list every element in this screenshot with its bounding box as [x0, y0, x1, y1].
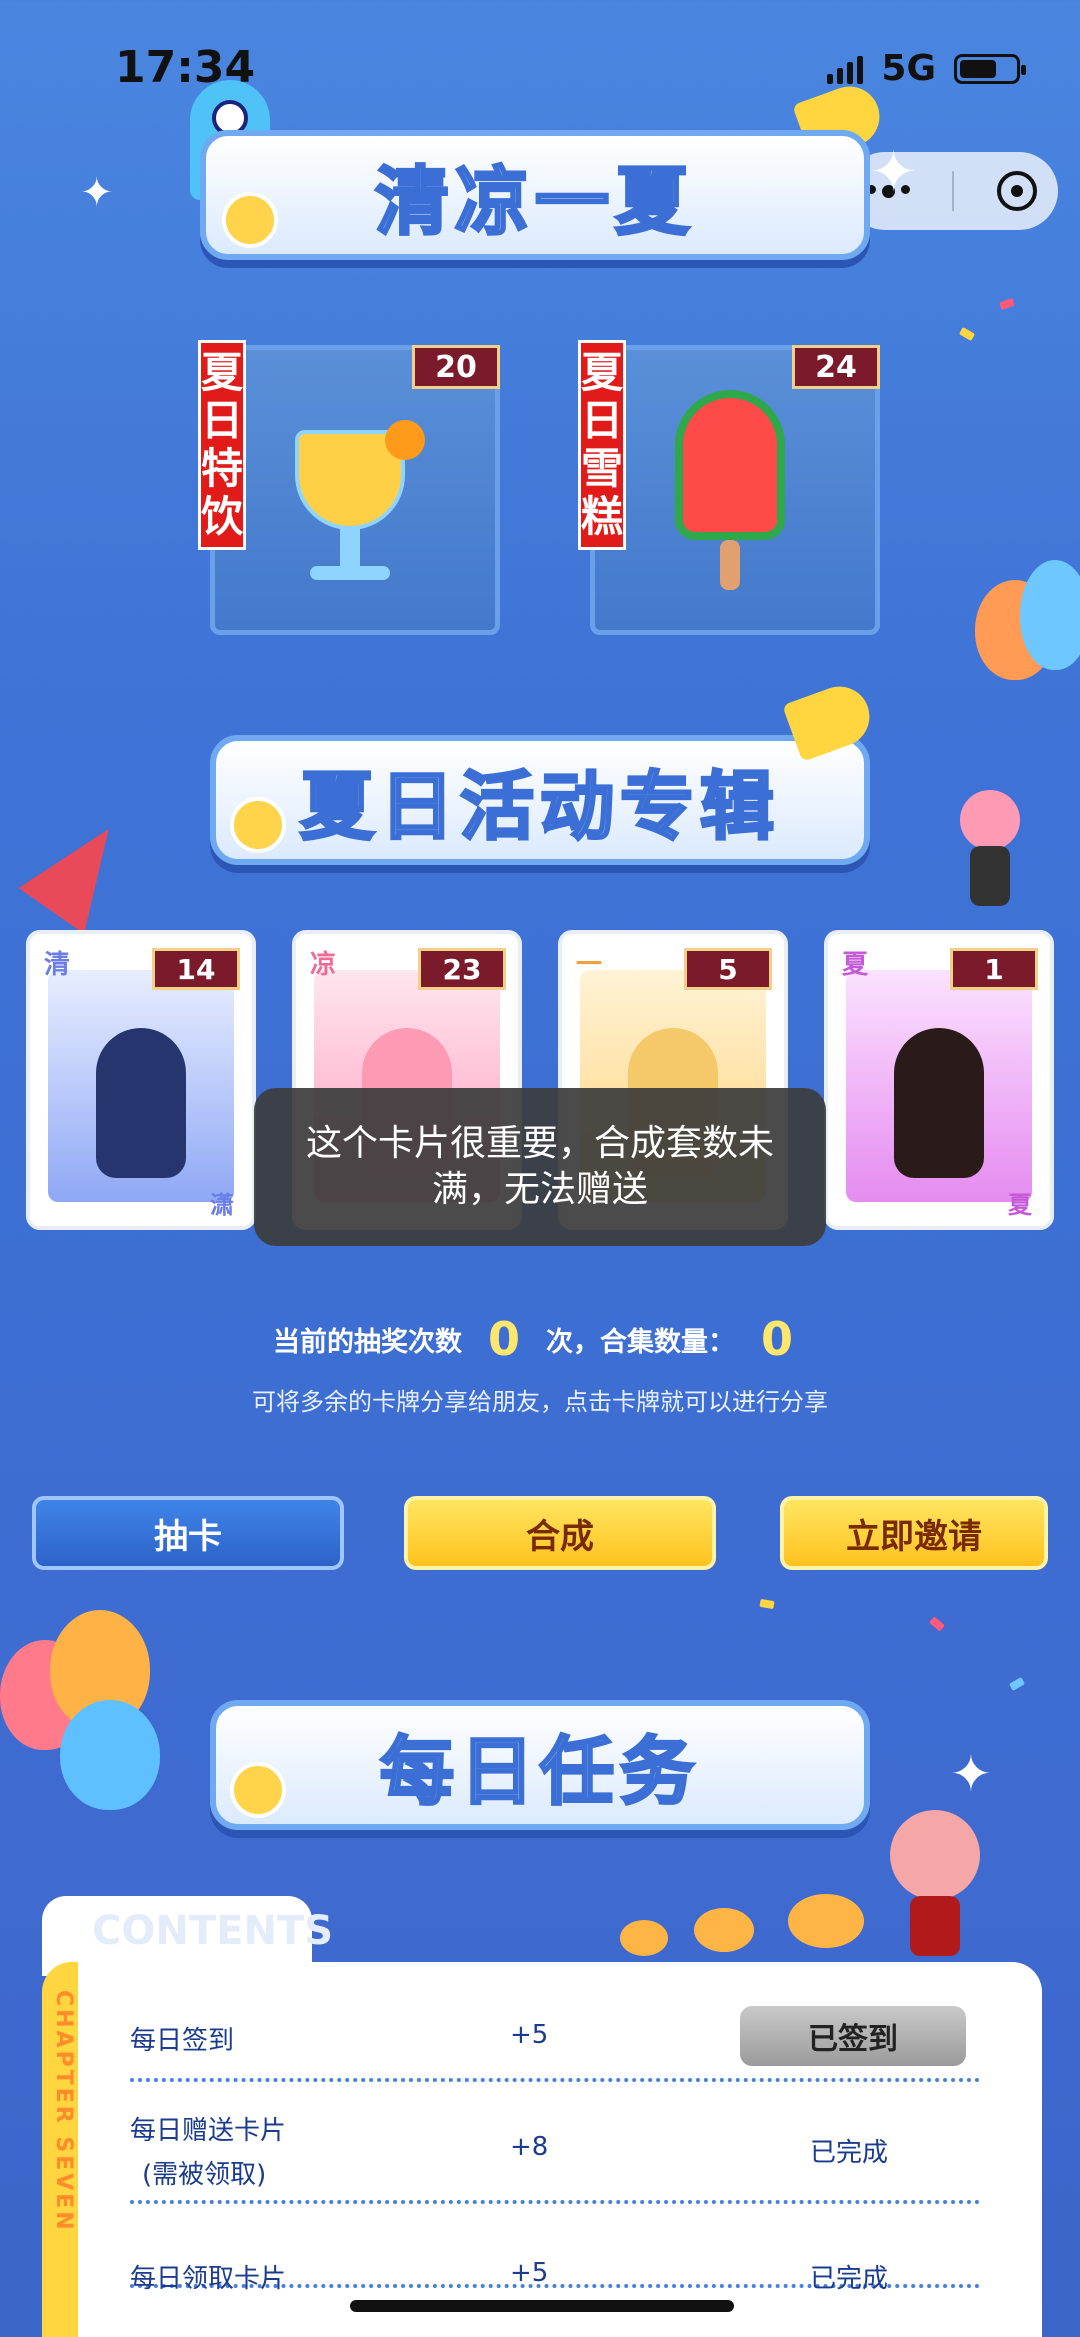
- character-figure: [96, 1028, 186, 1179]
- task-points: +5: [510, 2258, 549, 2288]
- draw-count-label: 当前的抽奖次数: [272, 1326, 462, 1358]
- party-popper-icon: [18, 806, 142, 934]
- confetti: [958, 327, 976, 341]
- task-status: 已完成: [810, 2264, 889, 2294]
- collect-label: 次，合集数量：: [546, 1326, 735, 1358]
- card-char: 清: [44, 950, 71, 980]
- card-qing[interactable]: 清 14 潇: [26, 930, 256, 1230]
- catgirl-sticker: [880, 1800, 990, 1960]
- banner-title: 夏日活动专辑: [299, 762, 780, 851]
- network-type: 5G: [881, 48, 936, 89]
- card-char: 一: [576, 950, 603, 980]
- confetti: [999, 297, 1015, 311]
- signal-icon: [827, 54, 864, 84]
- sparkle-icon: ✦: [80, 170, 114, 216]
- status-indicators: 5G: [827, 48, 1026, 89]
- ribbon-summer-drink: 夏日特饮: [198, 340, 246, 550]
- card-corner-char: 夏: [1008, 1191, 1032, 1219]
- coin-icon: [230, 797, 286, 853]
- banner-title: 清凉一夏: [374, 157, 695, 246]
- character-figure: [894, 1028, 984, 1179]
- card-count: 1: [950, 948, 1038, 990]
- task-status: 已完成: [810, 2138, 889, 2168]
- sparkle-icon: ✦: [870, 140, 917, 205]
- draw-card-button[interactable]: 抽卡: [32, 1496, 344, 1570]
- watermelon-popsicle-icon: [675, 390, 785, 600]
- invite-button[interactable]: 立即邀请: [780, 1496, 1048, 1570]
- card-count: 5: [684, 948, 772, 990]
- task-name: 每日赠送卡片: [130, 2116, 287, 2146]
- balloon-decoration: [1020, 560, 1080, 670]
- count-badge: 20: [412, 345, 500, 389]
- task-row: 每日赠送卡片 (需被领取) +8 已完成: [130, 2082, 980, 2204]
- confetti: [929, 1616, 945, 1632]
- drink-icon: [275, 420, 425, 590]
- draw-info: 当前的抽奖次数 0 次，合集数量： 0: [0, 1312, 1080, 1366]
- balloon-decoration: [60, 1700, 160, 1810]
- combine-button[interactable]: 合成: [404, 1496, 716, 1570]
- confetti: [759, 1598, 775, 1610]
- panel-watermark: CONTENTS: [92, 1908, 334, 1954]
- card-char: 凉: [310, 950, 337, 980]
- count-badge: 24: [792, 345, 880, 389]
- ribbon-summer-icecream: 夏日雪糕: [578, 340, 626, 550]
- task-row: 每日签到 +5 已签到: [130, 2000, 980, 2082]
- card-count: 14: [152, 948, 240, 990]
- battery-icon: [954, 53, 1026, 84]
- task-name: 每日领取卡片: [130, 2264, 287, 2294]
- confetti: [1008, 1677, 1026, 1691]
- card-count: 23: [418, 948, 506, 990]
- mochi-decoration: [620, 1920, 668, 1956]
- coin-icon: [230, 1762, 286, 1818]
- task-row: 每日领取卡片 +5 已完成: [130, 2204, 980, 2294]
- toast-message: 这个卡片很重要，合成套数未满，无法赠送: [254, 1088, 826, 1246]
- anime-girl-sticker: [950, 790, 1030, 910]
- home-indicator: [350, 2300, 734, 2312]
- sparkle-icon: ✦: [950, 1745, 992, 1803]
- banner-summer: 清凉一夏: [200, 130, 870, 260]
- close-miniprogram-icon[interactable]: [996, 171, 1037, 211]
- card-xia[interactable]: 夏 1 夏: [824, 930, 1054, 1230]
- task-name: 每日签到: [130, 2026, 235, 2056]
- card-char: 夏: [842, 950, 869, 980]
- banner-daily-tasks: 每日任务: [210, 1700, 870, 1830]
- task-points: +8: [510, 2132, 549, 2162]
- mochi-decoration: [788, 1894, 864, 1948]
- mochi-decoration: [694, 1908, 754, 1952]
- task-points: +5: [510, 2020, 549, 2050]
- signed-in-button[interactable]: 已签到: [740, 2006, 966, 2066]
- share-tip: 可将多余的卡牌分享给朋友，点击卡牌就可以进行分享: [252, 1388, 828, 1416]
- coin-icon: [222, 192, 278, 248]
- chapter-label: CHAPTER SEVEN: [51, 1990, 76, 2233]
- banner-summer-album: 夏日活动专辑: [210, 735, 870, 865]
- task-note: (需被领取): [142, 2160, 267, 2190]
- banner-title: 每日任务: [379, 1727, 700, 1816]
- collect-count: 0: [761, 1312, 794, 1366]
- card-corner-char: 潇: [210, 1191, 234, 1219]
- draw-count: 0: [487, 1312, 520, 1366]
